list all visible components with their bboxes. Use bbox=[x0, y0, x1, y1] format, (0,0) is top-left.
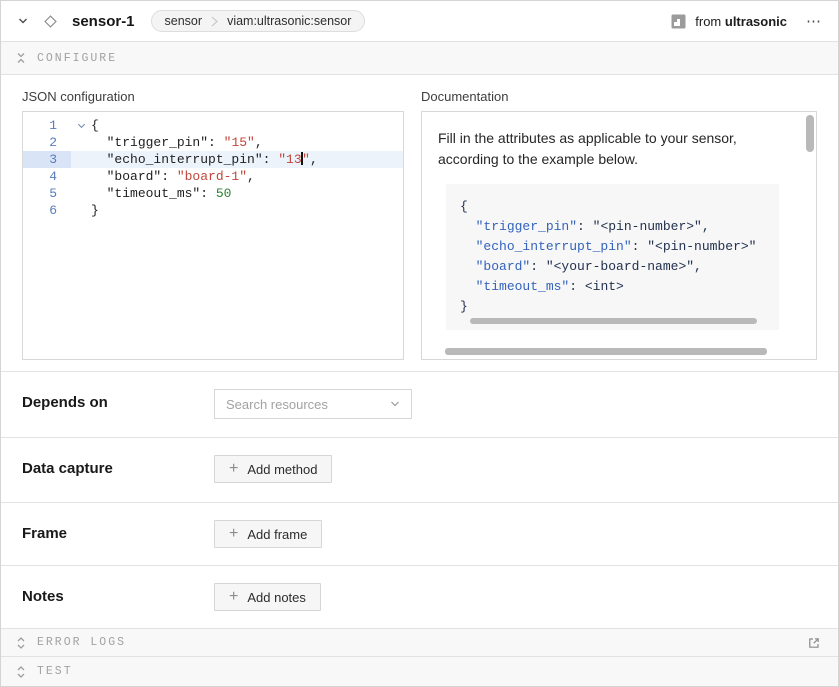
module-icon bbox=[671, 14, 686, 29]
code-text: } bbox=[460, 297, 779, 317]
line-number: 5 bbox=[23, 185, 71, 202]
doc-code-line: } bbox=[460, 297, 779, 317]
doc-code-line: "timeout_ms": <int> bbox=[460, 277, 779, 297]
fold-gutter bbox=[71, 185, 91, 202]
collapse-chevron-icon[interactable] bbox=[15, 13, 31, 29]
documentation-column: Documentation Fill in the attributes as … bbox=[421, 89, 817, 371]
documentation-label: Documentation bbox=[421, 89, 817, 104]
code-text: "trigger_pin": "15", bbox=[91, 134, 403, 151]
external-link-icon bbox=[807, 636, 821, 650]
line-number: 4 bbox=[23, 168, 71, 185]
more-menu-button[interactable]: ⋯ bbox=[804, 12, 824, 31]
component-name: sensor-1 bbox=[72, 13, 135, 30]
doc-code-line: { bbox=[460, 197, 779, 217]
json-editor[interactable]: 1{2 "trigger_pin": "15",3 "echo_interrup… bbox=[22, 111, 404, 360]
depends-on-row: Depends on Search resources bbox=[1, 371, 838, 437]
plus-icon: + bbox=[229, 461, 238, 477]
code-text: { bbox=[91, 117, 403, 134]
code-text: "trigger_pin": "<pin-number>", bbox=[460, 217, 779, 237]
code-text: } bbox=[91, 202, 403, 219]
doc-code-line: "board": "<your-board-name>", bbox=[460, 257, 779, 277]
code-text: "timeout_ms": <int> bbox=[460, 277, 779, 297]
code-text: "board": "<your-board-name>", bbox=[460, 257, 779, 277]
chevron-down-icon bbox=[17, 15, 29, 27]
plus-icon: + bbox=[229, 526, 238, 542]
expand-section-icon bbox=[16, 636, 26, 650]
configure-body: JSON configuration 1{2 "trigger_pin": "1… bbox=[1, 75, 838, 371]
test-label: TEST bbox=[37, 665, 73, 678]
add-method-button-label: Add method bbox=[247, 462, 317, 477]
plus-icon: + bbox=[229, 589, 238, 605]
frame-row: Frame + Add frame bbox=[1, 502, 838, 565]
data-capture-label: Data capture bbox=[22, 455, 214, 477]
code-line[interactable]: 6} bbox=[23, 202, 403, 219]
documentation-intro: Fill in the attributes as applicable to … bbox=[438, 128, 783, 170]
json-config-label: JSON configuration bbox=[22, 89, 404, 104]
component-card: sensor-1 sensor viam:ultrasonic:sensor f… bbox=[0, 0, 839, 687]
code-line[interactable]: 3 "echo_interrupt_pin": "13", bbox=[23, 151, 403, 168]
add-notes-button-label: Add notes bbox=[247, 590, 306, 605]
add-notes-button[interactable]: + Add notes bbox=[214, 583, 321, 611]
code-line[interactable]: 4 "board": "board-1", bbox=[23, 168, 403, 185]
badge-model-label: viam:ultrasonic:sensor bbox=[227, 14, 351, 28]
code-line[interactable]: 2 "trigger_pin": "15", bbox=[23, 134, 403, 151]
notes-label: Notes bbox=[22, 583, 214, 605]
test-section-bar[interactable]: TEST bbox=[1, 656, 838, 686]
configure-section-bar[interactable]: CONFIGURE bbox=[1, 42, 838, 75]
collapse-section-icon bbox=[16, 51, 26, 65]
doc-code-line: "trigger_pin": "<pin-number>", bbox=[460, 217, 779, 237]
fold-gutter[interactable] bbox=[71, 117, 91, 134]
chevron-down-icon bbox=[390, 400, 400, 408]
depends-on-label: Depends on bbox=[22, 389, 214, 411]
data-capture-row: Data capture + Add method bbox=[1, 437, 838, 502]
notes-row: Notes + Add notes bbox=[1, 565, 838, 628]
line-number: 3 bbox=[23, 151, 71, 168]
error-logs-label: ERROR LOGS bbox=[37, 636, 126, 649]
code-text: "board": "board-1", bbox=[91, 168, 403, 185]
fold-gutter bbox=[71, 134, 91, 151]
code-text: "echo_interrupt_pin": "<pin-number>" bbox=[460, 237, 779, 257]
header-right: from ultrasonic ⋯ bbox=[671, 12, 824, 31]
json-config-column: JSON configuration 1{2 "trigger_pin": "1… bbox=[22, 89, 404, 371]
code-text: { bbox=[460, 197, 779, 217]
depends-on-placeholder: Search resources bbox=[226, 397, 328, 412]
configure-label: CONFIGURE bbox=[37, 52, 117, 65]
code-text: "echo_interrupt_pin": "13", bbox=[91, 151, 403, 168]
code-line[interactable]: 5 "timeout_ms": 50 bbox=[23, 185, 403, 202]
fold-gutter bbox=[71, 168, 91, 185]
code-block-horizontal-scrollbar[interactable] bbox=[470, 318, 757, 324]
documentation-horizontal-scrollbar[interactable] bbox=[445, 348, 767, 355]
line-number: 6 bbox=[23, 202, 71, 219]
fold-gutter bbox=[71, 151, 91, 168]
depends-on-select[interactable]: Search resources bbox=[214, 389, 412, 419]
documentation-vertical-scrollbar[interactable] bbox=[806, 115, 814, 152]
fold-chevron-icon bbox=[77, 121, 84, 128]
documentation-panel: Fill in the attributes as applicable to … bbox=[421, 111, 817, 360]
component-header: sensor-1 sensor viam:ultrasonic:sensor f… bbox=[1, 1, 838, 42]
from-module-label: from ultrasonic bbox=[695, 14, 787, 29]
frame-label: Frame bbox=[22, 520, 214, 542]
open-logs-button[interactable] bbox=[805, 634, 823, 652]
expand-section-icon bbox=[16, 665, 26, 679]
line-number: 1 bbox=[23, 117, 71, 134]
documentation-code-block: { "trigger_pin": "<pin-number>", "echo_i… bbox=[446, 184, 779, 330]
chevron-right-icon bbox=[211, 16, 218, 27]
component-type-badge: sensor viam:ultrasonic:sensor bbox=[151, 10, 366, 32]
add-method-button[interactable]: + Add method bbox=[214, 455, 332, 483]
sensor-diamond-icon bbox=[41, 12, 60, 31]
add-frame-button[interactable]: + Add frame bbox=[214, 520, 322, 548]
line-number: 2 bbox=[23, 134, 71, 151]
doc-code-line: "echo_interrupt_pin": "<pin-number>" bbox=[460, 237, 779, 257]
code-line[interactable]: 1{ bbox=[23, 117, 403, 134]
add-frame-button-label: Add frame bbox=[247, 527, 307, 542]
code-text: "timeout_ms": 50 bbox=[91, 185, 403, 202]
fold-gutter bbox=[71, 202, 91, 219]
error-logs-section-bar[interactable]: ERROR LOGS bbox=[1, 628, 838, 656]
badge-type-label: sensor bbox=[165, 14, 203, 28]
